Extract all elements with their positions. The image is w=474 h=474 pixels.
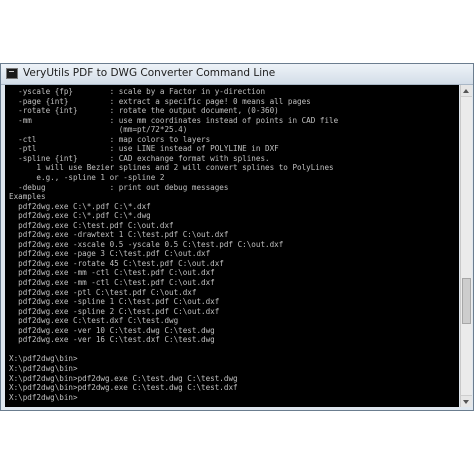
console-line: pdf2dwg.exe -spline 2 C:\test.pdf C:\out… [9,306,220,316]
console-line: pdf2dwg.exe -drawtext 1 C:\test.pdf C:\o… [9,230,229,240]
console-line: pdf2dwg.exe -ptl C:\test.pdf C:\out.dxf [9,287,197,297]
console-line: X:\pdf2dwg\bin> [9,354,78,364]
console-window: VeryUtils PDF to DWG Converter Command L… [0,63,474,411]
console-line: pdf2dwg.exe C:\test.dxf C:\test.dwg [9,316,179,326]
console-line: e.g., -spline 1 or -spline 2 [9,172,165,182]
console-line: -mm : use mm coordinates instead of poin… [9,115,339,125]
vertical-scrollbar[interactable] [460,85,472,407]
console-line: Examples [9,192,46,202]
window-title: VeryUtils PDF to DWG Converter Command L… [23,67,276,79]
console-line: pdf2dwg.exe C:\test.pdf C:\out.dxf [9,220,174,230]
console-line: pdf2dwg.exe C:\*.pdf C:\*.dwg [9,211,151,221]
arrow-down-icon [463,400,469,404]
console-line: -ptl : use LINE instead of POLYLINE in D… [9,144,279,154]
title-bar[interactable]: VeryUtils PDF to DWG Converter Command L… [1,64,473,85]
console-line: X:\pdf2dwg\bin> [9,392,78,402]
console-line: pdf2dwg.exe -rotate 45 C:\test.pdf C:\ou… [9,258,224,268]
console-output[interactable]: -yscale {fp} : scale by a Factor in y-di… [5,85,459,407]
console-line: -debug : print out debug messages [9,182,229,192]
console-line: pdf2dwg.exe -mm -ctl C:\test.pdf C:\out.… [9,268,215,278]
console-line: -spline {int} : CAD exchange format with… [9,153,270,163]
console-line: -ctl : map colors to layers [9,134,211,144]
scrollbar-thumb[interactable] [462,278,471,325]
console-line: (mm=pt/72*25.4) [9,125,188,135]
console-app-icon [6,68,18,79]
console-line: pdf2dwg.exe -xscale 0.5 -yscale 0.5 C:\t… [9,239,284,249]
console-line: pdf2dwg.exe -mm -ctl C:\test.pdf C:\out.… [9,278,215,287]
console-line: -rotate {int} : rotate the output docume… [9,106,279,116]
console-line: X:\pdf2dwg\bin>pdf2dwg.exe C:\test.dwg C… [9,373,238,383]
console-line: pdf2dwg.exe -page 3 C:\test.pdf C:\out.d… [9,249,211,259]
console-line: -yscale {fp} : scale by a Factor in y-di… [9,87,266,96]
scroll-down-button[interactable] [461,395,472,407]
console-line: 1 will use Bezier splines and 2 will con… [9,163,334,173]
arrow-up-icon [463,89,469,93]
console-line: X:\pdf2dwg\bin>pdf2dwg.exe C:\test.dwg C… [9,383,238,393]
console-line: -page {int} : extract a specific page! 0… [9,96,311,106]
console-line: pdf2dwg.exe -spline 1 C:\test.pdf C:\out… [9,297,220,307]
console-line: pdf2dwg.exe -ver 16 C:\test.dxf C:\test.… [9,335,215,345]
console-line: X:\pdf2dwg\bin> [9,363,78,373]
console-line: pdf2dwg.exe -ver 10 C:\test.dwg C:\test.… [9,325,215,335]
scroll-up-button[interactable] [461,85,472,97]
console-line: pdf2dwg.exe C:\*.pdf C:\*.dxf [9,201,151,211]
